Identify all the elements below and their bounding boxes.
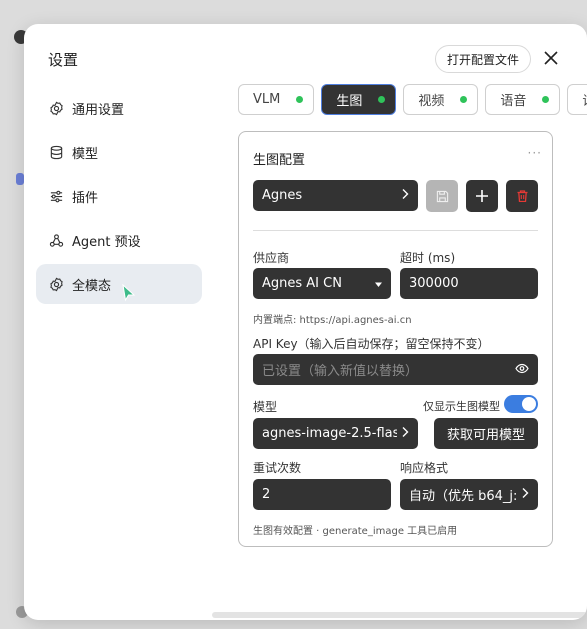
more-options-icon[interactable]: ··· xyxy=(528,146,542,160)
add-button[interactable] xyxy=(466,180,498,212)
settings-dialog: 设置 打开配置文件 通用设置 模型 插件 Agent 预设 全模态 VLM 生图… xyxy=(24,24,587,620)
sidebar-item-label: 插件 xyxy=(72,190,99,206)
provider-select[interactable]: Agnes AI CN xyxy=(253,268,391,299)
tab-settings[interactable]: 设置 xyxy=(567,84,587,115)
timeout-input[interactable]: 300000 xyxy=(400,268,538,299)
sidebar-item-plugins[interactable]: 插件 xyxy=(36,176,202,216)
tab-vlm[interactable]: VLM xyxy=(238,84,315,115)
only-image-models-label: 仅显示生图模型 xyxy=(423,400,500,413)
sliders-icon xyxy=(48,188,64,204)
save-icon xyxy=(436,190,448,202)
fetch-models-button[interactable]: 获取可用模型 xyxy=(434,418,538,449)
tab-label: 视频 xyxy=(418,94,445,109)
tab-video[interactable]: 视频 xyxy=(403,84,479,115)
sidebar-item-models[interactable]: 模型 xyxy=(36,132,202,172)
sidebar-item-label: 全模态 xyxy=(72,278,112,294)
status-dot xyxy=(296,96,304,103)
mouse-cursor-icon xyxy=(122,283,136,306)
horizontal-scrollbar[interactable] xyxy=(212,612,587,618)
api-key-input[interactable]: 已设置（输入新值以替换） xyxy=(253,354,538,385)
footer-note: 生图有效配置 · generate_image 工具已启用 xyxy=(253,526,458,537)
eye-icon[interactable] xyxy=(515,362,529,377)
trash-icon xyxy=(517,190,527,202)
fetch-models-label: 获取可用模型 xyxy=(446,428,525,443)
retry-input[interactable]: 2 xyxy=(253,479,391,510)
tab-label: VLM xyxy=(253,92,281,107)
sidebar-item-general[interactable]: 通用设置 xyxy=(36,88,202,128)
database-icon xyxy=(48,144,64,160)
tab-label: 语音 xyxy=(500,94,527,109)
open-config-file-button[interactable]: 打开配置文件 xyxy=(435,45,532,73)
background-indicator xyxy=(16,173,24,185)
format-value: 自动（优先 b64_j: xyxy=(409,489,517,504)
toggle-knob xyxy=(522,397,536,411)
api-key-placeholder: 已设置（输入新值以替换） xyxy=(262,364,419,379)
delete-button[interactable] xyxy=(506,180,538,212)
provider-label: 供应商 xyxy=(253,251,290,265)
image-gen-config-panel: 生图配置 ··· Agnes 供应商 超时 (ms) Agnes AI CN 3… xyxy=(238,131,553,547)
sidebar-item-label: 模型 xyxy=(72,146,99,162)
api-key-label: API Key（输入后自动保存；留空保持不变） xyxy=(253,337,490,351)
model-value: agnes-image-2.5-flasl xyxy=(262,426,397,441)
timeout-label: 超时 (ms) xyxy=(400,251,456,265)
sidebar-item-agent-presets[interactable]: Agent 预设 xyxy=(36,220,202,260)
tab-label: 生图 xyxy=(336,94,363,109)
sidebar-item-label: 通用设置 xyxy=(72,102,125,118)
agent-icon xyxy=(48,232,64,248)
provider-value: Agnes AI CN xyxy=(262,276,342,291)
divider xyxy=(253,230,538,231)
chevron-right-icon xyxy=(402,188,409,203)
dialog-title: 设置 xyxy=(48,51,79,69)
only-image-models-toggle[interactable] xyxy=(504,395,538,413)
model-label: 模型 xyxy=(253,400,278,414)
plus-icon xyxy=(476,190,488,202)
format-label: 响应格式 xyxy=(400,461,449,475)
status-dot xyxy=(460,96,468,103)
status-dot xyxy=(378,96,386,103)
retry-value: 2 xyxy=(262,487,271,502)
sidebar-item-multimodal[interactable]: 全模态 xyxy=(36,264,202,304)
settings-sidebar: 通用设置 模型 插件 Agent 预设 全模态 xyxy=(36,88,202,308)
save-button[interactable] xyxy=(426,180,458,212)
tab-speech[interactable]: 语音 xyxy=(485,84,561,115)
gear-icon xyxy=(48,100,64,116)
profile-select[interactable]: Agnes xyxy=(253,180,418,211)
endpoint-hint: 内置端点: https://api.agnes-ai.cn xyxy=(253,315,412,326)
close-icon[interactable] xyxy=(541,48,561,68)
retry-label: 重试次数 xyxy=(253,461,302,475)
chevron-right-icon xyxy=(522,487,529,502)
tab-label: 设置 xyxy=(582,90,587,109)
caret-down-icon xyxy=(375,276,382,291)
modality-tabs: VLM 生图 视频 语音 设置 xyxy=(238,84,587,115)
gear-icon xyxy=(48,276,64,292)
panel-title: 生图配置 xyxy=(253,153,306,168)
profile-value: Agnes xyxy=(262,188,303,203)
tab-image-generation[interactable]: 生图 xyxy=(321,84,397,115)
timeout-value: 300000 xyxy=(409,276,459,291)
chevron-right-icon xyxy=(402,426,409,441)
model-select[interactable]: agnes-image-2.5-flasl xyxy=(253,418,418,449)
format-select[interactable]: 自动（优先 b64_j: xyxy=(400,479,538,510)
status-dot xyxy=(542,96,550,103)
sidebar-item-label: Agent 预设 xyxy=(72,234,141,250)
